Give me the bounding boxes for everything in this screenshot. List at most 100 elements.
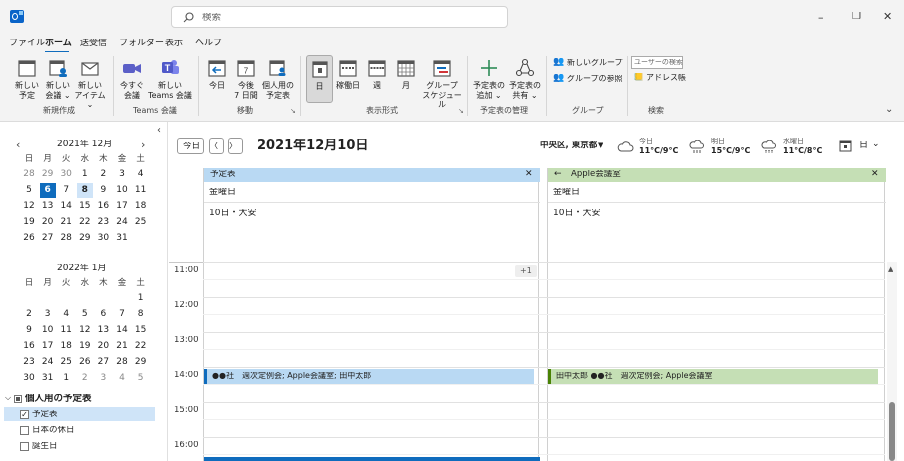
- overflow-indicator[interactable]: +1: [515, 265, 537, 277]
- calendar-day[interactable]: 21: [114, 339, 130, 354]
- menu-home[interactable]: ホーム: [45, 39, 72, 48]
- view-week-button[interactable]: 週: [364, 58, 390, 91]
- calendar-day[interactable]: 16: [21, 339, 37, 354]
- calendar-list-item[interactable]: ✓ 予定表: [20, 408, 150, 421]
- view-workweek-button[interactable]: 稼働日: [334, 58, 362, 91]
- ribbon-collapse-icon[interactable]: ⌄: [885, 105, 893, 115]
- calendar-day[interactable]: 1: [77, 167, 93, 182]
- calendar-day[interactable]: 9: [21, 323, 37, 338]
- event-block-personal[interactable]: ●●社 週次定例会; Apple会議室; 田中太郎: [204, 369, 534, 384]
- goto-today-button[interactable]: 今日: [203, 58, 231, 91]
- calendar-day[interactable]: 5: [133, 371, 149, 386]
- calendar-day[interactable]: 13: [95, 323, 111, 338]
- new-meeting-button[interactable]: 新しい 会議 ⌄: [43, 58, 73, 100]
- calendar-day[interactable]: 27: [95, 355, 111, 370]
- calendar-day[interactable]: 2: [95, 167, 111, 182]
- back-arrow-icon[interactable]: ←: [554, 170, 562, 179]
- menu-send-receive[interactable]: 送受信: [80, 39, 107, 48]
- calendar-day[interactable]: 8: [76, 183, 93, 198]
- calendar-day[interactable]: 4: [58, 307, 74, 322]
- calendar-day[interactable]: 22: [133, 339, 149, 354]
- add-calendar-button[interactable]: 予定表の 追加 ⌄: [471, 58, 507, 100]
- next-day-button[interactable]: 〉: [228, 138, 243, 154]
- calendar-day[interactable]: 23: [21, 355, 37, 370]
- calendar-day[interactable]: 24: [40, 355, 56, 370]
- calendar-day[interactable]: 2: [21, 307, 37, 322]
- calendar-day[interactable]: 8: [133, 307, 149, 322]
- calendar-day[interactable]: 15: [133, 323, 149, 338]
- new-appointment-button[interactable]: 新しい 予定: [12, 58, 42, 100]
- mini-calendar-next-icon[interactable]: ›: [141, 139, 145, 150]
- search-people-input[interactable]: ユーザーの検索: [631, 56, 683, 69]
- calendar-day[interactable]: 10: [114, 183, 130, 198]
- vertical-scrollbar[interactable]: ▲: [887, 262, 897, 461]
- calendar-list-item[interactable]: 誕生日: [20, 440, 150, 453]
- calendar-checkbox[interactable]: ✓: [20, 410, 29, 419]
- calendar-day[interactable]: 7: [58, 183, 74, 198]
- calendar-day[interactable]: 12: [77, 323, 93, 338]
- close-button[interactable]: ✕: [883, 11, 892, 22]
- dialog-launcher-icon[interactable]: ↘: [458, 108, 464, 115]
- prev-day-button[interactable]: 〈: [209, 138, 224, 154]
- go-today-button[interactable]: 今日: [177, 138, 204, 154]
- calendar-group-header[interactable]: ⌵ 個人用の予定表: [5, 392, 160, 406]
- view-month-button[interactable]: 月: [393, 58, 419, 91]
- calendar-day[interactable]: 21: [58, 215, 74, 230]
- share-calendar-button[interactable]: 予定表の 共有 ⌄: [507, 58, 543, 100]
- menu-help[interactable]: ヘルプ: [195, 39, 222, 48]
- calendar-day[interactable]: 28: [114, 355, 130, 370]
- calendar-day[interactable]: 30: [95, 231, 111, 246]
- calendar-day[interactable]: 1: [133, 291, 149, 306]
- close-pane-button[interactable]: ✕: [525, 170, 533, 179]
- calendar-day[interactable]: 5: [77, 307, 93, 322]
- calendar-day[interactable]: 16: [95, 199, 111, 214]
- calendar-day[interactable]: 11: [133, 183, 149, 198]
- calendar-day[interactable]: 12: [21, 199, 37, 214]
- calendar-day[interactable]: 17: [114, 199, 130, 214]
- calendar-day[interactable]: 14: [58, 199, 74, 214]
- calendar-day[interactable]: 18: [58, 339, 74, 354]
- group-checkbox[interactable]: [14, 395, 22, 403]
- event-block-room[interactable]: 田中太郎 ●●社 週次定例会; Apple会議室: [548, 369, 878, 384]
- calendar-day[interactable]: 24: [114, 215, 130, 230]
- calendar-day[interactable]: 5: [21, 183, 37, 198]
- calendar-day[interactable]: 3: [114, 167, 130, 182]
- dialog-launcher-icon[interactable]: ↘: [290, 108, 296, 115]
- scroll-up-icon[interactable]: ▲: [888, 266, 893, 273]
- schedule-view-button[interactable]: グループ スケジュール: [420, 58, 464, 110]
- restore-button[interactable]: ❐: [852, 12, 861, 22]
- calendar-day[interactable]: 4: [114, 371, 130, 386]
- calendar-day[interactable]: 4: [133, 167, 149, 182]
- calendar-day[interactable]: 2: [77, 371, 93, 386]
- calendar-day[interactable]: 26: [21, 231, 37, 246]
- calendar-day[interactable]: 15: [77, 199, 93, 214]
- calendar-day[interactable]: 26: [77, 355, 93, 370]
- calendar-day[interactable]: 30: [21, 371, 37, 386]
- calendar-day[interactable]: 20: [40, 215, 56, 230]
- meet-now-button[interactable]: 今すぐ 会議: [117, 58, 147, 100]
- calendar-day[interactable]: 31: [40, 371, 56, 386]
- calendar-day[interactable]: 11: [58, 323, 74, 338]
- new-items-button[interactable]: 新しい アイテム ⌄: [73, 58, 107, 110]
- menu-view[interactable]: 表示: [165, 39, 183, 48]
- view-day-button[interactable]: 日: [306, 55, 333, 103]
- calendar-day[interactable]: 29: [40, 167, 56, 182]
- calendar-list-item[interactable]: 日本の休日: [20, 424, 150, 437]
- calendar-day[interactable]: 13: [40, 199, 56, 214]
- calendar-day[interactable]: 18: [133, 199, 149, 214]
- calendar-day[interactable]: 6: [95, 307, 111, 322]
- calendar-day[interactable]: 17: [40, 339, 56, 354]
- calendar-day[interactable]: 31: [114, 231, 130, 246]
- next-7-days-button[interactable]: 7 今後 7 日間: [231, 58, 261, 100]
- calendar-day[interactable]: 9: [95, 183, 111, 198]
- personal-calendar-button[interactable]: 個人用の 予定表: [261, 58, 295, 100]
- calendar-day[interactable]: 25: [133, 215, 149, 230]
- calendar-day[interactable]: 10: [40, 323, 56, 338]
- calendar-day[interactable]: 30: [58, 167, 74, 182]
- search-box[interactable]: 検索: [171, 6, 508, 28]
- menu-folder[interactable]: フォルダー: [119, 39, 164, 48]
- calendar-day[interactable]: 29: [77, 231, 93, 246]
- calendar-day[interactable]: 3: [95, 371, 111, 386]
- new-teams-meeting-button[interactable]: T 新しい Teams 会議: [147, 58, 193, 100]
- calendar-checkbox[interactable]: [20, 442, 29, 451]
